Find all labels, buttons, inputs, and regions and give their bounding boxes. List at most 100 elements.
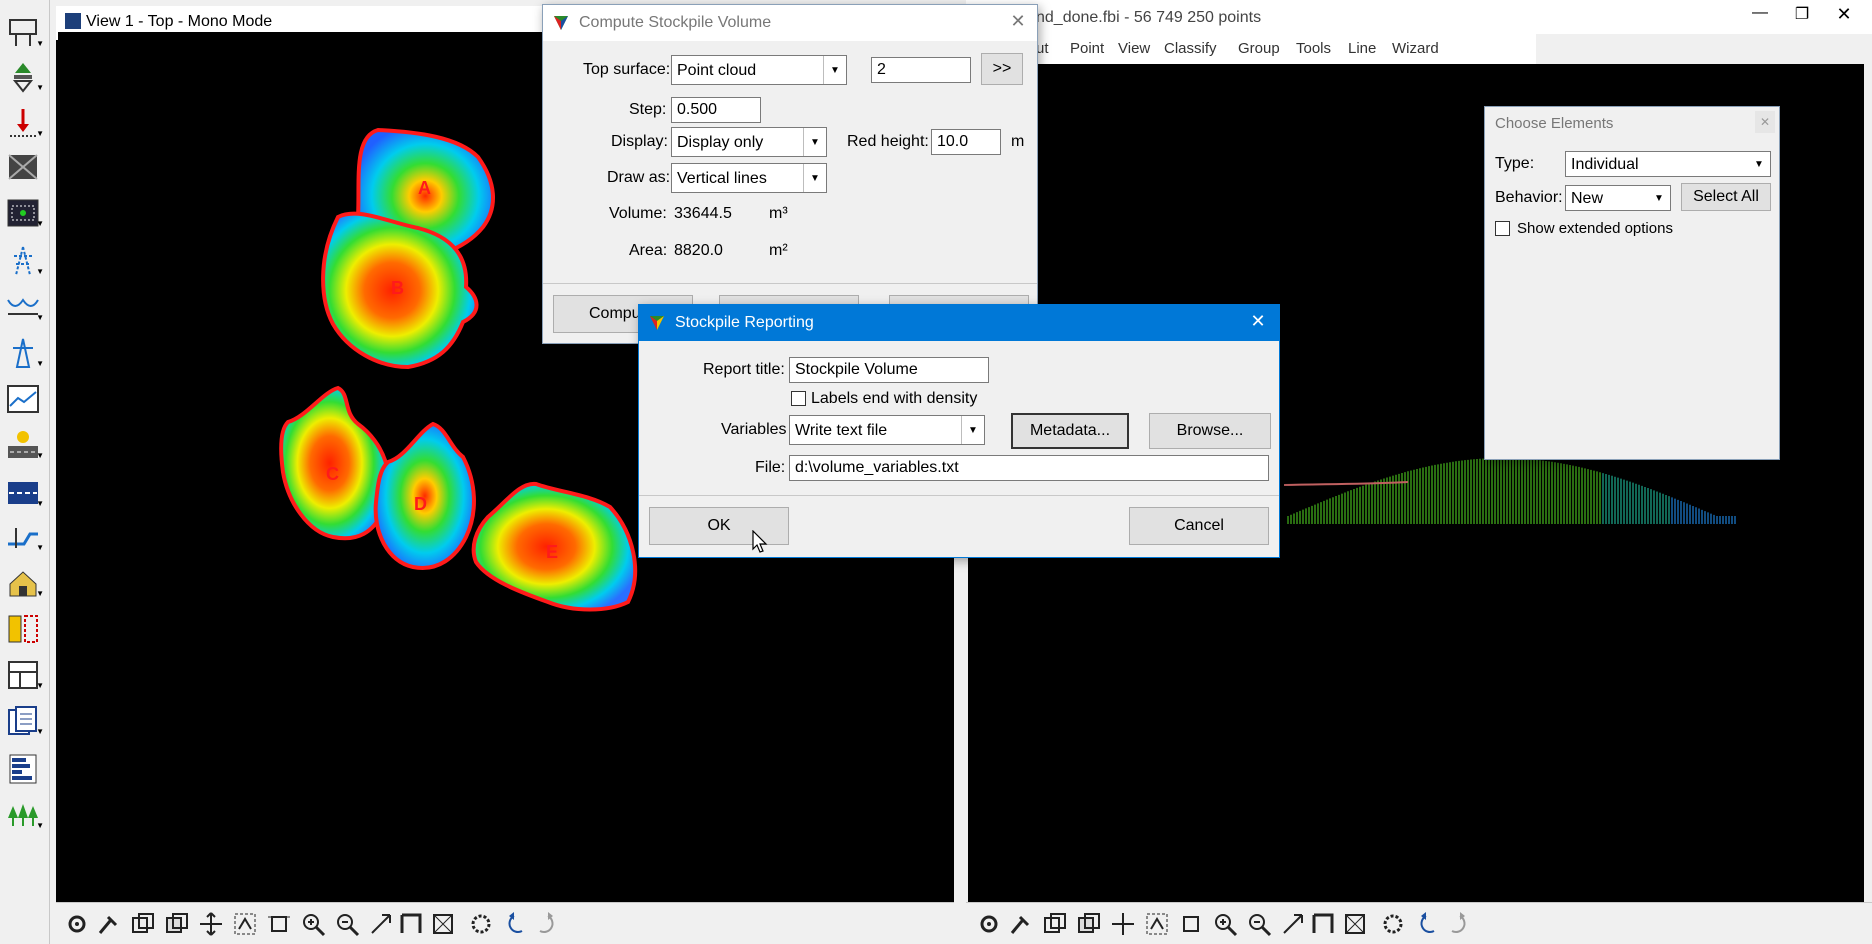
top-surface-number-field[interactable]: 2 <box>871 57 971 83</box>
fit-icon[interactable] <box>232 911 258 937</box>
move-vertical-icon[interactable]: ▼ <box>6 60 44 94</box>
metadata-button[interactable]: Metadata... <box>1011 413 1129 449</box>
menu-view[interactable]: View <box>1118 40 1150 57</box>
redo-view-icon[interactable] <box>1446 911 1472 937</box>
pan-icon[interactable] <box>1110 911 1136 937</box>
display-value: Display only <box>677 134 764 151</box>
type-label: Type: <box>1495 155 1535 172</box>
cancel-button[interactable]: Cancel <box>1129 507 1269 545</box>
report-title-field[interactable]: Stockpile Volume <box>789 357 989 383</box>
triangle-surface-icon[interactable] <box>6 150 40 184</box>
window-layout-icon[interactable]: ▼ <box>6 658 44 692</box>
road-light-icon[interactable]: ▼ <box>6 428 44 462</box>
display-select[interactable]: Display only ▼ <box>671 127 827 157</box>
settings-icon[interactable] <box>976 911 1002 937</box>
menu-group[interactable]: Group <box>1238 40 1280 57</box>
report-icon[interactable]: ▼ <box>6 704 44 738</box>
display-area-icon[interactable]: ▼ <box>6 196 44 230</box>
type-select[interactable]: Individual ▼ <box>1565 151 1771 177</box>
fit-icon[interactable] <box>1144 911 1170 937</box>
step-field[interactable]: 0.500 <box>671 97 761 123</box>
fit-all-icon[interactable] <box>1342 911 1368 937</box>
zoom-out-icon[interactable] <box>334 911 360 937</box>
type-select-value: Individual <box>1571 156 1639 173</box>
area-value: 8820.0 <box>674 242 723 259</box>
layout-icon[interactable]: ▼ <box>6 16 44 50</box>
browse-button[interactable]: Browse... <box>1149 413 1271 449</box>
choose-elements-title: Choose Elements <box>1495 115 1614 132</box>
rotate-icon[interactable] <box>368 911 394 937</box>
more-options-button[interactable]: >> <box>981 53 1023 85</box>
undo-view-icon[interactable] <box>502 911 528 937</box>
trees-icon[interactable]: ▼ <box>6 798 44 832</box>
copy-view-icon[interactable] <box>164 911 190 937</box>
building-icon[interactable]: ▼ <box>6 566 44 600</box>
left-toolbar: ▼ ▼ ▼ ▼ ▼ ▼ ▼ ▼ ▼ ▼ ▼ ▼ ▼ ▼ <box>0 0 50 944</box>
behavior-select[interactable]: New ▼ <box>1565 185 1671 211</box>
vectorize-icon[interactable]: ▼ <box>6 520 44 554</box>
labels-density-checkbox[interactable] <box>791 391 806 406</box>
top-surface-value: Point cloud <box>677 62 757 79</box>
choose-elements-close-icon[interactable]: ✕ <box>1755 111 1775 133</box>
zoom-in-icon[interactable] <box>1212 911 1238 937</box>
window-icon[interactable] <box>130 911 156 937</box>
road-lanes-icon[interactable]: ▼ <box>6 476 44 510</box>
chevron-down-icon: ▼ <box>803 164 826 192</box>
draw-as-select[interactable]: Vertical lines ▼ <box>671 163 827 193</box>
pylon-icon[interactable]: ▼ <box>6 336 44 370</box>
ok-button[interactable]: OK <box>649 507 789 545</box>
close-icon[interactable]: ✕ <box>1007 11 1029 33</box>
red-height-unit: m <box>1011 133 1025 150</box>
view-settings-icon[interactable] <box>1380 911 1406 937</box>
point-down-icon[interactable]: ▼ <box>6 106 44 140</box>
zoom-window-icon[interactable] <box>1178 911 1204 937</box>
menu-point[interactable]: Point <box>1070 40 1104 57</box>
frame-icon[interactable] <box>1310 911 1336 937</box>
fit-all-icon[interactable] <box>430 911 456 937</box>
zoom-window-icon[interactable] <box>266 911 292 937</box>
stockpile-label-b: B <box>391 278 404 298</box>
compute-divider <box>543 283 1037 284</box>
stockpile-reporting-dialog: Stockpile Reporting ✕ Report title: Stoc… <box>638 304 1280 558</box>
choose-elements-panel: Choose Elements ✕ Type: Individual ▼ Beh… <box>1484 106 1780 460</box>
stockpile-label-d: D <box>414 494 427 514</box>
zoom-out-icon[interactable] <box>1246 911 1272 937</box>
settings-icon[interactable] <box>64 911 90 937</box>
variables-select[interactable]: Write text file ▼ <box>789 415 985 445</box>
show-extended-label: Show extended options <box>1517 220 1673 237</box>
profile-view-icon[interactable] <box>6 382 40 416</box>
rotate-icon[interactable] <box>1280 911 1306 937</box>
redo-view-icon[interactable] <box>534 911 560 937</box>
select-all-button[interactable]: Select All <box>1681 183 1771 211</box>
view-settings-icon[interactable] <box>468 911 494 937</box>
reporting-dialog-title: Stockpile Reporting <box>675 314 814 331</box>
labels-density-label: Labels end with density <box>811 390 978 407</box>
menu-tools[interactable]: Tools <box>1296 40 1331 57</box>
minimize-button[interactable]: — <box>1746 4 1774 28</box>
red-height-field[interactable]: 10.0 <box>931 129 1001 155</box>
section-icon[interactable] <box>6 612 40 646</box>
menu-wizard[interactable]: Wizard <box>1392 40 1439 57</box>
histogram-icon[interactable] <box>6 752 40 786</box>
menu-line[interactable]: Line <box>1348 40 1376 57</box>
pan-icon[interactable] <box>198 911 224 937</box>
frame-icon[interactable] <box>398 911 424 937</box>
copy-view-icon[interactable] <box>1076 911 1102 937</box>
brush-icon[interactable] <box>96 911 122 937</box>
undo-view-icon[interactable] <box>1414 911 1440 937</box>
compute-titlebar: Compute Stockpile Volume ✕ <box>543 5 1037 41</box>
zoom-in-icon[interactable] <box>300 911 326 937</box>
close-icon[interactable]: ✕ <box>1247 311 1269 333</box>
maximize-button[interactable]: ❐ <box>1788 4 1816 28</box>
show-extended-checkbox[interactable] <box>1495 221 1510 236</box>
brush-icon[interactable] <box>1008 911 1034 937</box>
tower-icon[interactable]: ▼ <box>6 244 44 278</box>
main-titlebar: nd_done.fbi - 56 749 250 points — ❐ ✕ <box>966 0 1872 34</box>
close-button[interactable]: ✕ <box>1830 4 1858 28</box>
menu-classify[interactable]: Classify <box>1164 40 1217 57</box>
wire-icon[interactable]: ▼ <box>6 290 44 324</box>
display-label: Display: <box>611 133 668 150</box>
file-path-field[interactable]: d:\volume_variables.txt <box>789 455 1269 481</box>
top-surface-select[interactable]: Point cloud ▼ <box>671 55 847 85</box>
window-icon[interactable] <box>1042 911 1068 937</box>
